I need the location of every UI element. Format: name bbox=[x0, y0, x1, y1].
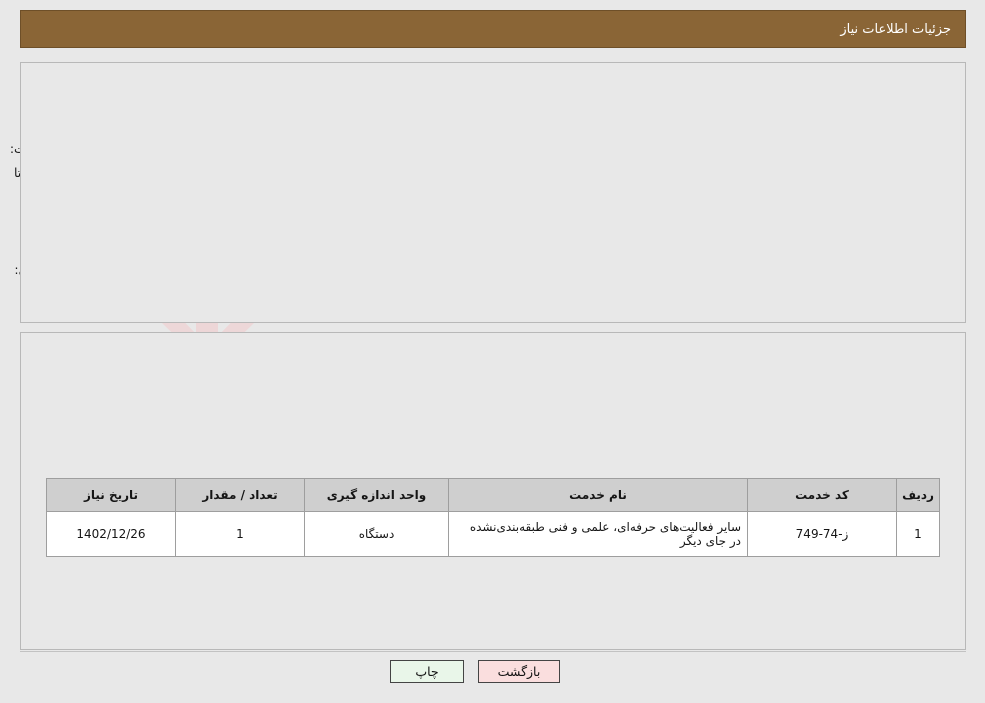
page-title: جزئیات اطلاعات نیاز bbox=[840, 21, 951, 37]
page-root: AriaTender.net جزئیات اطلاعات نیاز شماره… bbox=[0, 0, 985, 703]
col-service-name: نام خدمت bbox=[448, 478, 748, 512]
cell-service-code: ز-74-749 bbox=[747, 511, 897, 557]
services-table: ردیف کد خدمت نام خدمت واحد اندازه گیری ت… bbox=[46, 478, 940, 557]
need-info-panel bbox=[20, 62, 966, 323]
cell-unit: دستگاه bbox=[304, 511, 449, 557]
col-service-code: کد خدمت bbox=[747, 478, 897, 512]
back-button[interactable]: بازگشت bbox=[478, 660, 560, 683]
cell-row-no: 1 bbox=[896, 511, 940, 557]
table-row: 1 ز-74-749 سایر فعالیت‌های حرفه‌ای، علمی… bbox=[46, 511, 940, 557]
page-title-bar: جزئیات اطلاعات نیاز bbox=[20, 10, 966, 48]
cell-quantity: 1 bbox=[175, 511, 305, 557]
cell-service-name: سایر فعالیت‌های حرفه‌ای، علمی و فنی طبقه… bbox=[448, 511, 748, 557]
footer-divider bbox=[20, 651, 966, 652]
table-header-row: ردیف کد خدمت نام خدمت واحد اندازه گیری ت… bbox=[46, 478, 940, 512]
col-row-no: ردیف bbox=[896, 478, 940, 512]
cell-need-date: 1402/12/26 bbox=[46, 511, 176, 557]
col-need-date: تاریخ نیاز bbox=[46, 478, 176, 512]
col-unit: واحد اندازه گیری bbox=[304, 478, 449, 512]
print-button[interactable]: چاپ bbox=[390, 660, 464, 683]
col-quantity: تعداد / مقدار bbox=[175, 478, 305, 512]
